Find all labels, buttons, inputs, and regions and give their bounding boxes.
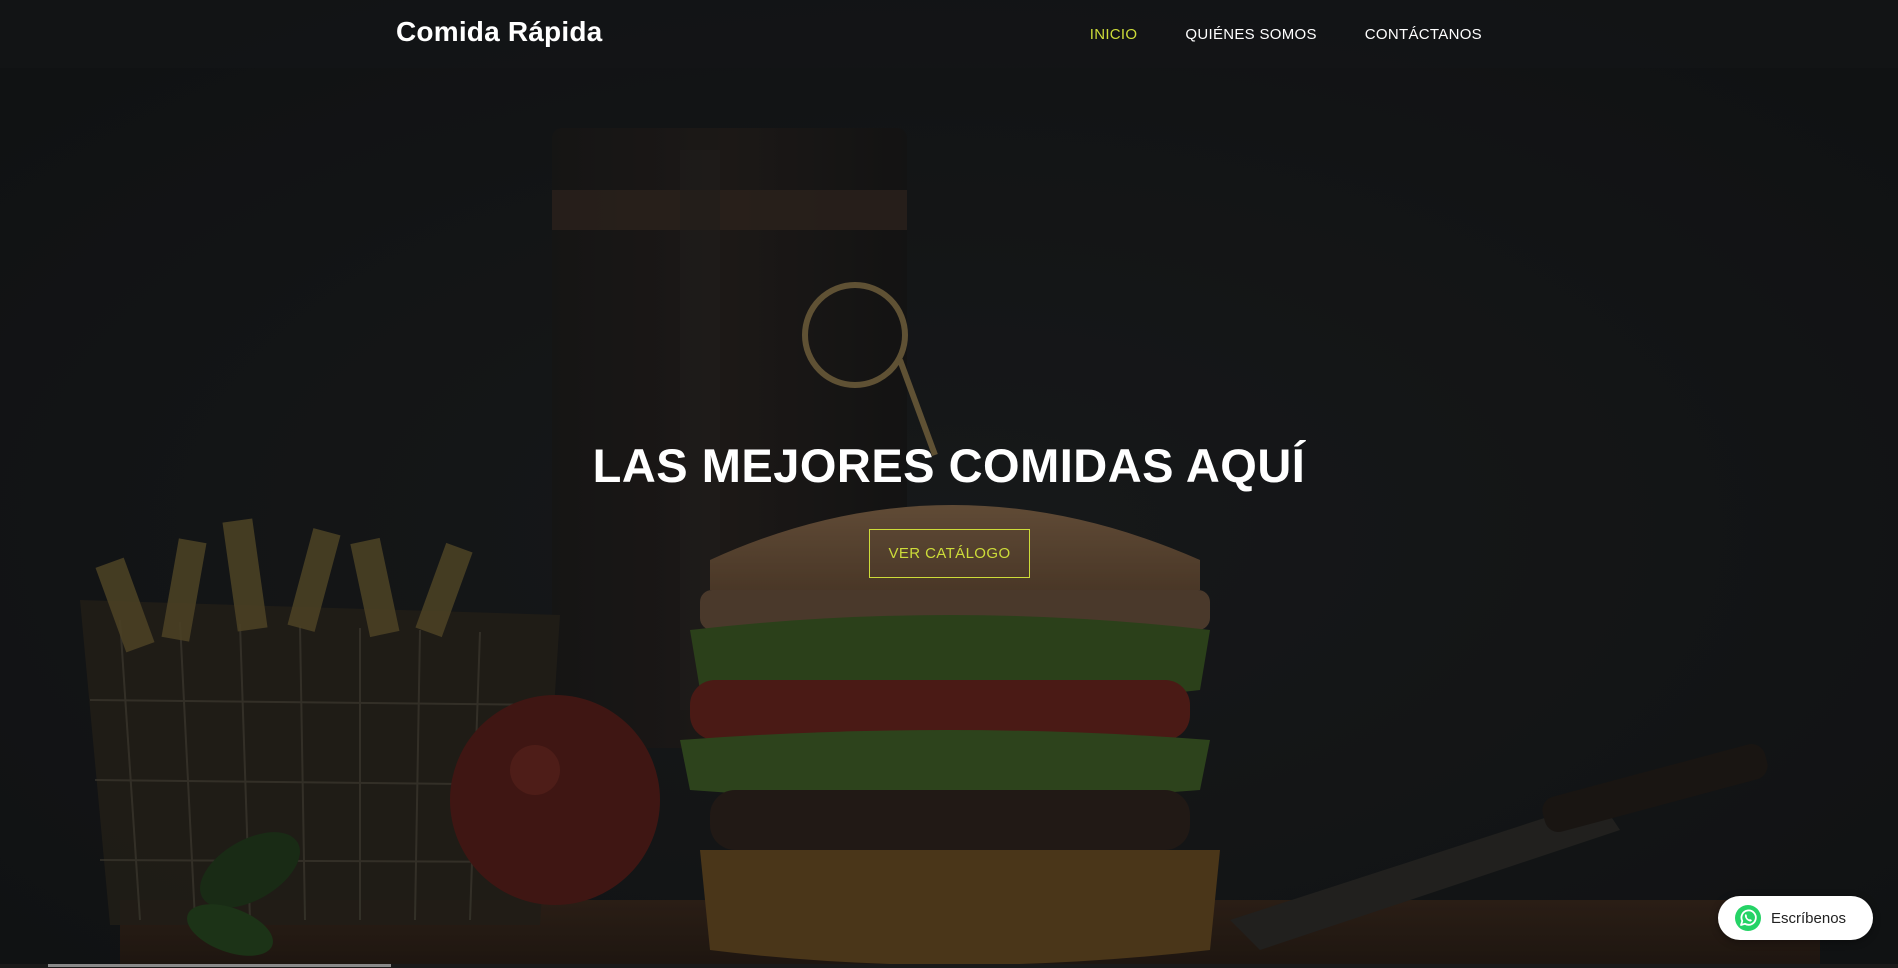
- brand-logo-text[interactable]: Comida Rápida: [396, 16, 602, 48]
- nav-item-contactanos[interactable]: CONTÁCTANOS: [1365, 26, 1482, 43]
- whatsapp-icon: [1734, 904, 1762, 932]
- view-catalog-button[interactable]: VER CATÁLOGO: [869, 529, 1030, 578]
- site-header: Comida Rápida INICIO QUIÉNES SOMOS CONTÁ…: [0, 0, 1898, 68]
- bottom-strip-segment: [48, 964, 391, 967]
- hero-title: LAS MEJORES COMIDAS AQUÍ: [592, 439, 1306, 492]
- bottom-scroll-strip: [0, 964, 1898, 968]
- whatsapp-chat-button[interactable]: Escríbenos: [1718, 896, 1873, 940]
- main-nav: INICIO QUIÉNES SOMOS CONTÁCTANOS: [1090, 26, 1482, 43]
- nav-item-inicio[interactable]: INICIO: [1090, 26, 1138, 43]
- whatsapp-label: Escríbenos: [1771, 909, 1847, 927]
- page: Comida Rápida INICIO QUIÉNES SOMOS CONTÁ…: [0, 0, 1898, 968]
- nav-item-quienes-somos[interactable]: QUIÉNES SOMOS: [1185, 26, 1316, 43]
